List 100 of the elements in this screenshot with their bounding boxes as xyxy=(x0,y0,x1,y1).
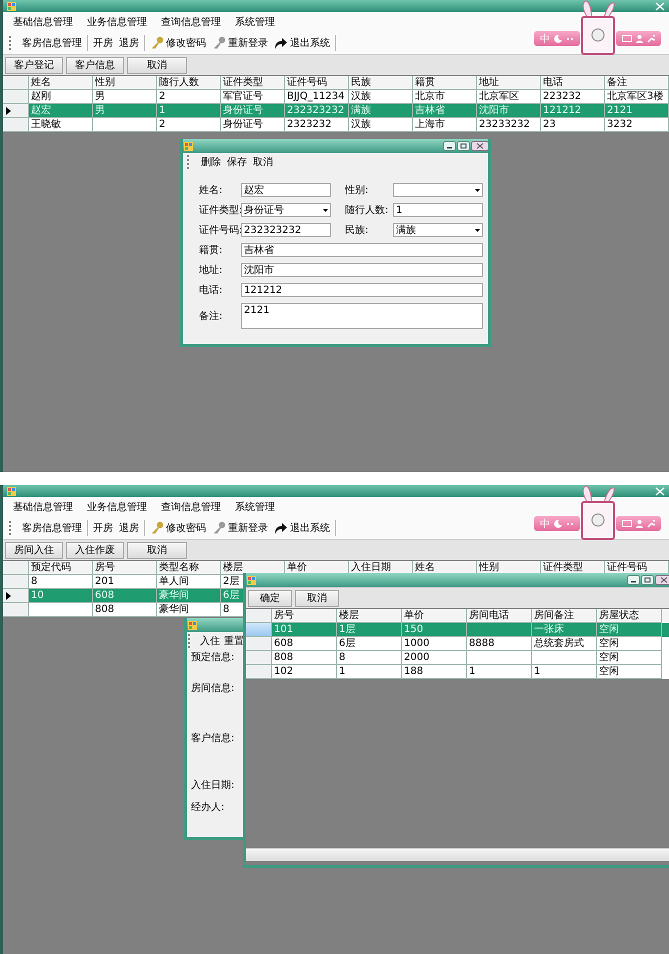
table-cell: 2323232 xyxy=(285,118,349,132)
column-header[interactable]: 随行人数 xyxy=(157,76,221,90)
column-header[interactable]: 楼层 xyxy=(337,609,402,623)
column-header[interactable]: 证件号码 xyxy=(285,76,349,90)
rabbit-drawing[interactable] xyxy=(580,0,616,56)
menu-item[interactable]: 业务信息管理 xyxy=(87,15,147,29)
column-header[interactable]: 民族 xyxy=(349,76,413,90)
column-header[interactable]: 房屋状态 xyxy=(597,609,662,623)
toolbar-button[interactable]: 入住 xyxy=(200,634,220,648)
user-icon[interactable] xyxy=(636,34,643,42)
text-field[interactable]: 吉林省 xyxy=(241,243,483,257)
toolbar-button[interactable]: 重新登录 xyxy=(212,521,268,535)
minimize-icon[interactable] xyxy=(627,575,640,585)
column-header[interactable]: 证件类型 xyxy=(221,76,285,90)
maximize-icon[interactable] xyxy=(641,575,654,585)
keyboard-icon[interactable] xyxy=(622,35,632,42)
dropdown-caret-icon xyxy=(475,228,480,232)
toolbar-button[interactable]: 客房信息管理 xyxy=(22,36,82,50)
dropdown-field[interactable]: 身份证号 xyxy=(241,203,331,217)
field-label: 经办人: xyxy=(191,802,224,813)
column-header[interactable]: 房号 xyxy=(272,609,337,623)
action-button[interactable]: 客户信息 xyxy=(66,56,124,74)
notes-field[interactable]: 2121 xyxy=(241,303,483,329)
moon-icon[interactable] xyxy=(554,520,562,528)
field-label: 房间信息: xyxy=(191,683,234,694)
column-header[interactable]: 房间备注 xyxy=(532,609,597,623)
maximize-icon[interactable] xyxy=(457,141,470,151)
action-button[interactable]: 取消 xyxy=(127,542,187,558)
column-header[interactable]: 房号 xyxy=(93,561,157,575)
input-method-tools[interactable] xyxy=(616,516,661,531)
wrench-icon[interactable] xyxy=(647,34,655,42)
toolbar-button[interactable]: 客房信息管理 xyxy=(22,521,82,535)
text-field[interactable]: 232323232 xyxy=(241,223,331,237)
column-header[interactable]: 电话 xyxy=(541,76,605,90)
text-field[interactable]: 沈阳市 xyxy=(241,263,483,277)
rabbit-drawing[interactable] xyxy=(580,485,616,541)
action-button[interactable]: 取消 xyxy=(127,56,187,74)
column-header[interactable]: 类型名称 xyxy=(157,561,221,575)
input-method-tools[interactable] xyxy=(616,31,661,46)
close-icon[interactable] xyxy=(471,141,488,151)
column-header[interactable]: 楼层 xyxy=(221,561,285,575)
toolbar-button[interactable]: 保存 xyxy=(227,155,247,169)
toolbar-button[interactable]: 重新登录 xyxy=(212,36,268,50)
menu-item[interactable]: 查询信息管理 xyxy=(161,500,221,514)
toolbar-button[interactable]: 退房 xyxy=(119,36,139,50)
column-header[interactable]: 姓名 xyxy=(29,76,93,90)
menu-item[interactable]: 业务信息管理 xyxy=(87,500,147,514)
toolbar-button[interactable]: 开房 xyxy=(93,521,113,535)
menu-item[interactable]: 系统管理 xyxy=(235,15,275,29)
table-row[interactable]: 102 1 188 1 1 空闲 xyxy=(246,665,669,679)
menu-item[interactable]: 基础信息管理 xyxy=(13,500,73,514)
curved-arrow-icon xyxy=(274,521,288,535)
moon-icon[interactable] xyxy=(554,34,562,42)
wrench-icon[interactable] xyxy=(647,520,655,528)
horizontal-scrollbar[interactable] xyxy=(246,848,669,861)
menu-item[interactable]: 系统管理 xyxy=(235,500,275,514)
column-header[interactable]: 单价 xyxy=(402,609,467,623)
action-button[interactable]: 入住作废 xyxy=(66,542,124,558)
toolbar-button[interactable]: 退房 xyxy=(119,521,139,535)
table-row[interactable]: 808 8 2000 空闲 xyxy=(246,651,669,665)
row-header[interactable] xyxy=(3,589,29,603)
toolbar-button[interactable]: 退出系统 xyxy=(274,521,330,535)
column-header[interactable]: 地址 xyxy=(477,76,541,90)
toolbar-button[interactable]: 取消 xyxy=(253,155,273,169)
toolbar-button[interactable]: 删除 xyxy=(201,155,221,169)
text-field[interactable]: 121212 xyxy=(241,283,483,297)
dropdown-field[interactable] xyxy=(393,183,483,197)
table-cell: 汉族 xyxy=(349,118,413,132)
table-cell: 3232 xyxy=(605,118,669,132)
minimize-icon[interactable] xyxy=(443,141,456,151)
menu-item[interactable]: 查询信息管理 xyxy=(161,15,221,29)
action-button[interactable]: 房间入住 xyxy=(5,542,63,558)
dropdown-field[interactable]: 满族 xyxy=(393,223,483,237)
user-icon[interactable] xyxy=(636,520,643,528)
field-label: 随行人数: xyxy=(345,204,390,217)
close-icon[interactable] xyxy=(655,575,669,585)
toolbar-button[interactable]: 开房 xyxy=(93,36,113,50)
action-button[interactable]: 客户登记 xyxy=(5,56,63,74)
table-row[interactable]: 608 6层 1000 8888 总统套房式 空闲 xyxy=(246,637,669,651)
table-row[interactable]: 赵刚 男 2 军官证号 BJJQ_11234 汉族 北京市 北京军区 223232 北京军区3楼 xyxy=(3,90,669,104)
column-header[interactable]: 籍贯 xyxy=(413,76,477,90)
row-header[interactable] xyxy=(3,104,29,118)
text-field[interactable]: 赵宏 xyxy=(241,183,331,197)
column-header[interactable]: 房间电话 xyxy=(467,609,532,623)
toolbar-button[interactable]: 修改密码 xyxy=(150,521,206,535)
keyboard-icon[interactable] xyxy=(622,520,632,527)
column-header[interactable]: 备注 xyxy=(605,76,669,90)
toolbar-button[interactable]: 退出系统 xyxy=(274,36,330,50)
dialog-button[interactable]: 确定 xyxy=(248,590,292,606)
toolbar-button[interactable]: 重置 xyxy=(224,634,244,648)
table-row[interactable]: 王晓敏 2 身份证号 2323232 汉族 上海市 23233232 23 3232 xyxy=(3,118,669,132)
text-field[interactable]: 1 xyxy=(393,203,483,217)
column-header[interactable]: 预定代码 xyxy=(29,561,93,575)
field-label: 入住日期: xyxy=(191,780,234,791)
column-header[interactable]: 性别 xyxy=(93,76,157,90)
menu-item[interactable]: 基础信息管理 xyxy=(13,15,73,29)
corner-header xyxy=(3,561,29,575)
dialog-button[interactable]: 取消 xyxy=(295,590,339,606)
key-icon xyxy=(150,521,164,535)
toolbar-button[interactable]: 修改密码 xyxy=(150,36,206,50)
